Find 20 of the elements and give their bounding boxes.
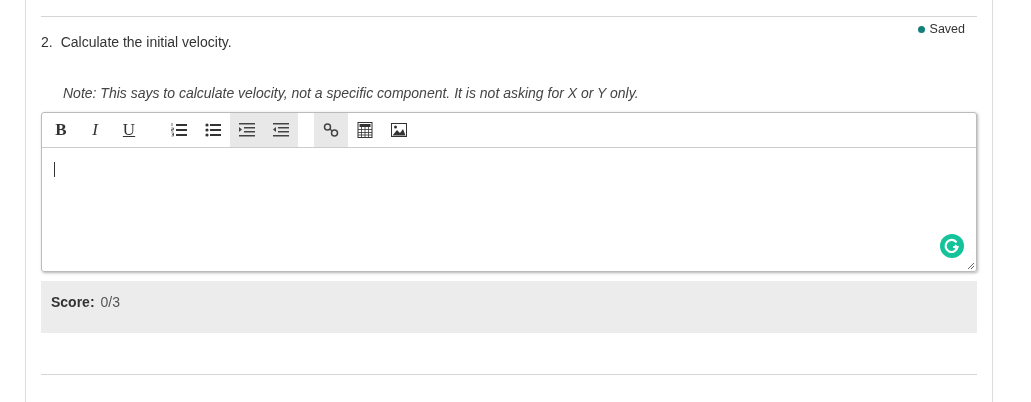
bold-button[interactable]: B bbox=[44, 113, 78, 147]
question-number: 2. bbox=[41, 34, 53, 50]
resize-handle-icon[interactable] bbox=[967, 262, 975, 270]
rich-text-editor[interactable]: B I U bbox=[41, 112, 977, 272]
score-label: Score: bbox=[51, 294, 95, 312]
calculator-icon bbox=[357, 122, 373, 138]
italic-button[interactable]: I bbox=[78, 113, 112, 147]
question-text: Calculate the initial velocity. bbox=[60, 34, 232, 50]
link-icon bbox=[323, 122, 339, 138]
underline-button[interactable]: U bbox=[112, 113, 146, 147]
score-value: 0/3 bbox=[100, 294, 121, 312]
outdent-icon bbox=[273, 122, 289, 138]
bullet-list-icon bbox=[205, 122, 221, 138]
grammar-checker-icon[interactable] bbox=[940, 234, 964, 258]
question-note: Note: This says to calculate velocity, not a specific component. It is not asking for X or Y only. bbox=[63, 85, 640, 101]
text-cursor bbox=[54, 162, 55, 177]
saved-status: Saved bbox=[929, 22, 965, 36]
image-icon bbox=[391, 122, 407, 138]
numbered-list-icon bbox=[171, 122, 187, 138]
indent-icon bbox=[239, 122, 255, 138]
